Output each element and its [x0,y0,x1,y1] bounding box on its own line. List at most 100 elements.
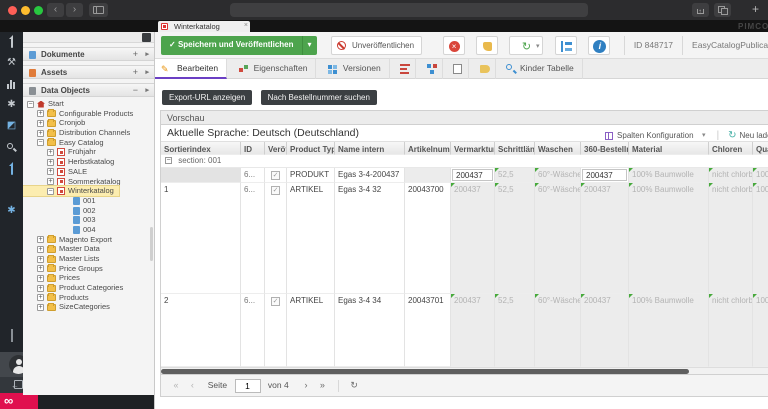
cell-qualitaet[interactable]: 100% Baumwolle [753,168,768,183]
accordion-assets[interactable]: Assets + ▸ [23,65,154,79]
collapse-icon[interactable]: − [133,84,138,97]
expander-icon[interactable]: + [37,265,44,272]
monitor-icon[interactable] [5,329,18,342]
cell-waschen[interactable]: 60°-Wäsche [535,294,581,367]
tree-node[interactable]: +Frühjahr [23,147,154,157]
checkbox-checked[interactable]: ✓ [271,186,280,195]
cell-artikelnummer[interactable]: 20043700 [405,183,451,294]
cell-name-intern[interactable]: Egas 3-4 32 [335,183,405,294]
search-icon[interactable] [5,141,18,154]
expander-icon[interactable]: + [47,168,54,175]
tree-node[interactable]: 003 [23,215,154,225]
minimize-window-button[interactable] [21,6,30,15]
first-page-icon[interactable]: « [169,375,183,396]
report-icon[interactable] [5,162,18,175]
column-header[interactable]: Qualität [753,142,768,155]
expander-icon[interactable]: + [47,149,54,156]
tab-versionen[interactable]: Versionen [321,59,390,79]
cell-product-type[interactable]: ARTIKEL [287,294,335,367]
blue-square-icon[interactable] [5,183,18,196]
column-header[interactable]: 360-Bestellnummer [581,142,629,155]
tab-bearbeiten[interactable]: ✎Bearbeiten [155,59,227,79]
locate-in-tree-button[interactable] [555,36,577,55]
tree-node[interactable]: +Configurable Products [23,109,154,119]
cell-name-intern[interactable]: Egas 3-4 34 [335,294,405,367]
save-publish-button[interactable]: ✓ Speichern und Veröffentlichen [161,36,302,55]
rename-button[interactable] [476,36,498,55]
new-tab-button[interactable]: + [747,3,764,17]
column-header[interactable]: Chloren [709,142,753,155]
settings-blue-icon[interactable]: ✱ [5,204,18,217]
tab-dependencies[interactable] [421,59,443,79]
bar-chart-icon[interactable] [5,77,18,90]
reload-button[interactable]: ↻▾ [509,36,543,55]
wrench-icon[interactable]: ⚒ [5,56,18,69]
cell-schrittlaenge[interactable]: 52,5 [495,294,535,367]
column-header[interactable]: Artikelnummer [405,142,451,155]
tree-node[interactable]: +Product Categories [23,283,154,293]
checkbox-checked[interactable]: ✓ [271,171,280,180]
prev-page-icon[interactable]: ‹ [185,375,199,396]
tree-node[interactable]: 004 [23,225,154,235]
cell-vermarktung-editable[interactable]: 200437 [451,168,495,183]
column-header[interactable]: ID [241,142,265,155]
expander-icon[interactable]: + [47,178,54,185]
cell-sortierindex[interactable]: 2 [161,294,241,367]
tab-tags[interactable] [474,59,496,79]
expander-icon[interactable]: − [47,188,54,195]
horizontal-scrollbar[interactable] [161,367,768,374]
tree-node[interactable]: +Magento Export [23,235,154,245]
unpublish-button[interactable]: Unveröffentlichen [331,36,422,55]
next-page-icon[interactable]: › [299,375,313,396]
tree-node[interactable]: +Price Groups [23,264,154,274]
column-header[interactable]: Name intern [335,142,405,155]
expander-icon[interactable]: + [37,256,44,263]
checkbox-checked[interactable]: ✓ [271,297,280,306]
close-icon[interactable]: × [244,20,248,31]
cell-published[interactable]: ✓ [265,183,287,294]
expander-icon[interactable]: − [37,139,44,146]
cell-qualitaet[interactable]: 100% Baumwolle [753,183,768,294]
expander-icon[interactable]: + [37,285,44,292]
expander-icon[interactable]: + [37,246,44,253]
grid-reload-button[interactable]: ↻Neu laden [728,129,768,142]
column-header[interactable]: Material [629,142,709,155]
tab-schedule[interactable] [394,59,416,79]
tree-node[interactable]: +SizeCategories [23,302,154,312]
cell-qualitaet[interactable]: 100% Baumwolle [753,294,768,367]
tree-node[interactable]: +Master Data [23,244,154,254]
last-page-icon[interactable]: » [315,375,329,396]
chevron-right-icon[interactable]: ▸ [145,84,149,97]
cell-artikelnummer[interactable] [405,168,451,183]
expander-icon[interactable]: + [37,130,44,137]
cell-waschen[interactable]: 60°-Wäsche [535,183,581,294]
tab-notes[interactable] [447,59,469,79]
info-button[interactable]: i [588,36,610,55]
columns-config-button[interactable]: Spalten Konfiguration▾ [603,129,708,142]
browser-sidebar-button[interactable] [89,3,108,17]
tree-node[interactable]: +Master Lists [23,254,154,264]
column-header[interactable]: Veröf [265,142,287,155]
add-icon[interactable]: + [133,66,138,79]
search-ordernumber-button[interactable]: Nach Bestellnummer suchen [261,90,377,105]
close-window-button[interactable] [8,6,17,15]
chevron-right-icon[interactable]: ▸ [145,66,149,79]
column-header[interactable]: Schrittlänge [495,142,535,155]
collapse-group-icon[interactable]: − [165,157,172,164]
browser-forward-button[interactable]: › [66,3,83,17]
expander-icon[interactable]: + [37,120,44,127]
cell-360-bestellnummer[interactable]: 200437 [581,294,629,367]
expander-icon[interactable]: + [37,236,44,243]
tree-node[interactable]: +Sommerkatalog [23,177,154,187]
expander-icon[interactable]: + [37,275,44,282]
cell-chloren[interactable]: nicht chlorbar [709,294,753,367]
cell-published[interactable]: ✓ [265,294,287,367]
cell-material[interactable]: 100% Baumwolle [629,294,709,367]
tab-eigenschaften[interactable]: Eigenschaften [232,59,317,79]
pimcore-mark-icon[interactable]: ◩ [5,119,18,132]
zoom-window-button[interactable] [34,6,43,15]
expander-icon[interactable]: + [37,110,44,117]
cell-sortierindex[interactable]: 1 [161,183,241,294]
gear-icon[interactable]: ✱ [5,98,18,111]
tree-node[interactable]: −Easy Catalog [23,138,154,148]
